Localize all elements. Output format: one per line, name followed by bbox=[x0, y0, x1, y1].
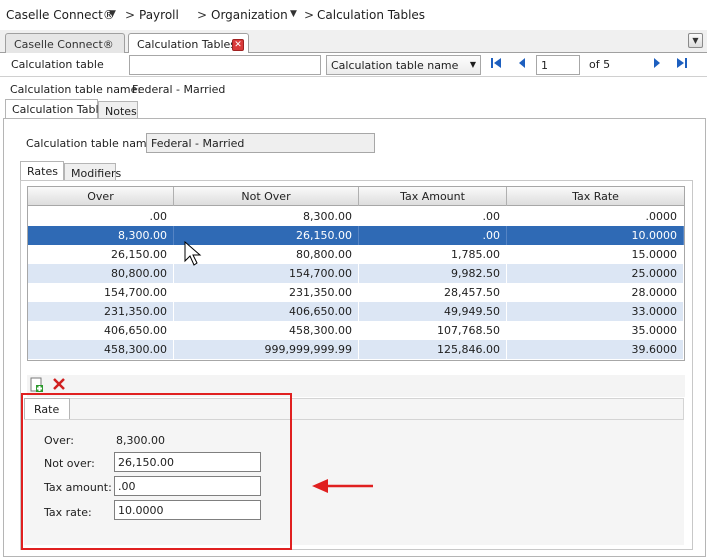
table-name-field[interactable]: Federal - Married bbox=[146, 133, 375, 153]
tab-label: Calculation Table bbox=[12, 103, 106, 116]
chevron-down-icon: ▼ bbox=[469, 60, 476, 69]
tab-modifiers[interactable]: Modifiers bbox=[64, 163, 121, 180]
arrow-annotation-icon bbox=[312, 479, 373, 493]
tab-label: Modifiers bbox=[71, 167, 122, 180]
cell-not-over[interactable]: 8,300.00 bbox=[174, 207, 359, 226]
tab-calculation-tables[interactable]: Calculation Tables ✕ bbox=[128, 33, 249, 55]
record-total-label: of 5 bbox=[589, 58, 611, 71]
cell-over[interactable]: 26,150.00 bbox=[28, 245, 174, 264]
prev-record-icon[interactable] bbox=[517, 57, 527, 72]
record-toolbar: Calculation table Calculation table name… bbox=[0, 53, 707, 77]
breadcrumb-organization[interactable]: Organization bbox=[211, 8, 288, 22]
rates-grid: Over Not Over Tax Amount Tax Rate .00 8,3… bbox=[27, 186, 685, 361]
cell-over[interactable]: 154,700.00 bbox=[28, 283, 174, 302]
cell-over[interactable]: 458,300.00 bbox=[28, 340, 174, 359]
document-tab-strip: Caselle Connect® Calculation Tables ✕ bbox=[0, 30, 707, 55]
cell-tax-amount[interactable]: 49,949.50 bbox=[359, 302, 507, 321]
chevron-down-icon[interactable]: ▼ bbox=[109, 9, 116, 19]
cell-not-over[interactable]: 458,300.00 bbox=[174, 321, 359, 340]
sort-field-select[interactable]: Calculation table name ▼ bbox=[326, 55, 481, 75]
tab-menu-button[interactable]: ▼ bbox=[688, 33, 703, 48]
search-label: Calculation table bbox=[11, 58, 104, 71]
cell-tax-amount[interactable]: .00 bbox=[359, 207, 507, 226]
chevron-down-icon: ▼ bbox=[692, 36, 699, 45]
cell-tax-rate[interactable]: 28.0000 bbox=[507, 283, 684, 302]
cell-tax-amount[interactable]: .00 bbox=[359, 226, 507, 245]
table-row[interactable]: 458,300.00 999,999,999.99 125,846.00 39.600… bbox=[28, 340, 684, 359]
cell-over[interactable]: .00 bbox=[28, 207, 174, 226]
cell-over[interactable]: 80,800.00 bbox=[28, 264, 174, 283]
grid-header: Over Not Over Tax Amount Tax Rate bbox=[28, 187, 684, 206]
cell-over[interactable]: 8,300.00 bbox=[28, 226, 174, 245]
tab-calculation-table[interactable]: Calculation Table bbox=[5, 99, 105, 119]
form-table-name-label: Calculation table name: bbox=[26, 137, 158, 150]
cell-over[interactable]: 406,650.00 bbox=[28, 321, 174, 340]
annotation-highlight-box bbox=[21, 393, 292, 550]
table-row[interactable]: 80,800.00 154,700.00 9,982.50 25.0000 bbox=[28, 264, 684, 283]
tab-label: Rates bbox=[27, 165, 58, 178]
table-row[interactable]: 231,350.00 406,650.00 49,949.50 33.0000 bbox=[28, 302, 684, 321]
breadcrumb-separator: > bbox=[125, 8, 136, 22]
next-record-icon[interactable] bbox=[652, 57, 662, 72]
column-header-tax-rate[interactable]: Tax Rate bbox=[507, 187, 684, 206]
table-row[interactable]: 26,150.00 80,800.00 1,785.00 15.0000 bbox=[28, 245, 684, 264]
cell-tax-rate[interactable]: 15.0000 bbox=[507, 245, 684, 264]
cell-tax-amount[interactable]: 1,785.00 bbox=[359, 245, 507, 264]
breadcrumb: Caselle Connect® ▼ > Payroll > Organizat… bbox=[0, 0, 707, 30]
table-row[interactable]: 8,300.00 26,150.00.00 10.0000 bbox=[28, 226, 684, 245]
cell-not-over[interactable]: 406,650.00 bbox=[174, 302, 359, 321]
breadcrumb-caselle-connect[interactable]: Caselle Connect® bbox=[6, 8, 115, 22]
cell-tax-rate[interactable]: 33.0000 bbox=[507, 302, 684, 321]
tab-caselle-connect[interactable]: Caselle Connect® bbox=[5, 33, 125, 54]
tab-label: Caselle Connect® bbox=[14, 38, 114, 51]
table-row[interactable]: 154,700.00 231,350.00 28,457.50 28.0000 bbox=[28, 283, 684, 302]
table-name-info-label: Calculation table name: bbox=[10, 83, 142, 96]
cell-tax-rate[interactable]: 10.0000 bbox=[507, 226, 684, 245]
last-record-icon[interactable] bbox=[676, 57, 688, 72]
table-row[interactable]: .00 8,300.00.00.0000 bbox=[28, 207, 684, 226]
cell-over[interactable]: 231,350.00 bbox=[28, 302, 174, 321]
cell-tax-amount[interactable]: 107,768.50 bbox=[359, 321, 507, 340]
table-row[interactable]: 406,650.00 458,300.00 107,768.50 35.0000 bbox=[28, 321, 684, 340]
breadcrumb-separator: > bbox=[304, 8, 315, 22]
record-number-input[interactable]: 1 bbox=[536, 55, 580, 75]
tab-label: Calculation Tables bbox=[137, 38, 237, 51]
cell-not-over[interactable]: 231,350.00 bbox=[174, 283, 359, 302]
cell-tax-rate[interactable]: .0000 bbox=[507, 207, 684, 226]
cell-tax-rate[interactable]: 25.0000 bbox=[507, 264, 684, 283]
column-header-tax-amount[interactable]: Tax Amount bbox=[359, 187, 507, 206]
delete-row-icon[interactable] bbox=[52, 377, 66, 394]
cell-tax-amount[interactable]: 125,846.00 bbox=[359, 340, 507, 359]
close-icon[interactable]: ✕ bbox=[232, 39, 244, 51]
breadcrumb-payroll[interactable]: Payroll bbox=[139, 8, 179, 22]
cell-tax-amount[interactable]: 28,457.50 bbox=[359, 283, 507, 302]
tab-notes[interactable]: Notes bbox=[98, 101, 138, 118]
sort-field-value: Calculation table name bbox=[331, 59, 459, 72]
table-name-info-value: Federal - Married bbox=[132, 83, 226, 96]
tab-rates[interactable]: Rates bbox=[20, 161, 64, 181]
search-input[interactable] bbox=[129, 55, 321, 75]
cell-tax-rate[interactable]: 39.6000 bbox=[507, 340, 684, 359]
breadcrumb-separator: > bbox=[197, 8, 208, 22]
cell-not-over[interactable]: 999,999,999.99 bbox=[174, 340, 359, 359]
cell-tax-amount[interactable]: 9,982.50 bbox=[359, 264, 507, 283]
first-record-icon[interactable] bbox=[490, 57, 502, 72]
breadcrumb-calculation-tables[interactable]: Calculation Tables bbox=[317, 8, 425, 22]
tab-label: Notes bbox=[105, 105, 137, 118]
column-header-not-over[interactable]: Not Over bbox=[174, 187, 359, 206]
mouse-cursor-icon bbox=[184, 241, 202, 266]
chevron-down-icon[interactable]: ▼ bbox=[290, 9, 297, 19]
cell-tax-rate[interactable]: 35.0000 bbox=[507, 321, 684, 340]
column-header-over[interactable]: Over bbox=[28, 187, 174, 206]
